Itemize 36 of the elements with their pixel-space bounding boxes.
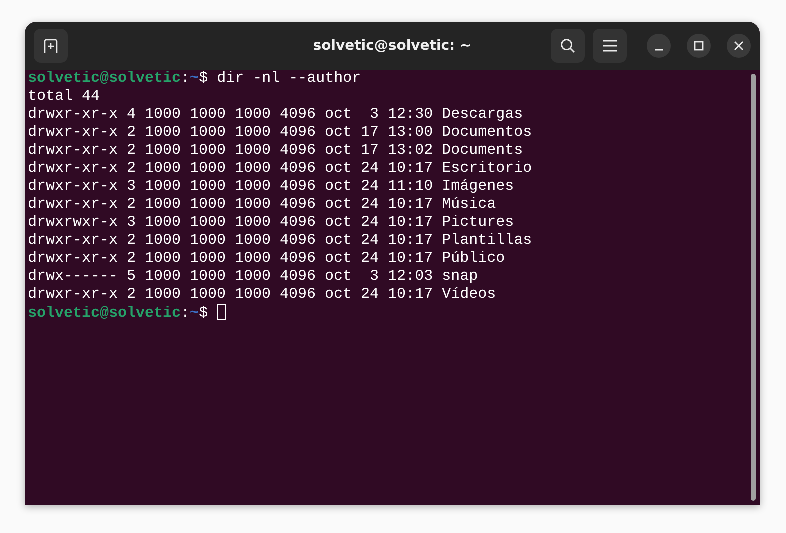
prompt-separator: : [181,70,190,87]
close-button[interactable] [727,34,751,58]
command-text: dir -nl --author [217,70,362,87]
new-tab-icon [43,38,59,54]
menu-icon [603,40,617,52]
output-line: drwx------ 5 1000 1000 1000 4096 oct 3 12:03 snap [28,268,478,285]
output-line: drwxr-xr-x 2 1000 1000 1000 4096 oct 24 10:17 Música [28,196,496,213]
output-line: drwxr-xr-x 2 1000 1000 1000 4096 oct 17 13:02 Documents [28,142,524,159]
scrollbar[interactable] [751,74,756,501]
output-line: drwxr-xr-x 2 1000 1000 1000 4096 oct 24 10:17 Escritorio [28,160,532,177]
prompt-user: solvetic@solvetic [28,70,182,87]
minimize-button[interactable] [647,34,671,58]
maximize-icon [694,41,704,51]
prompt-path: ~ [190,305,200,322]
prompt-symbol: $ [199,305,208,322]
prompt-user: solvetic@solvetic [28,305,182,322]
prompt-symbol: $ [199,70,208,87]
output-line: drwxr-xr-x 2 1000 1000 1000 4096 oct 24 10:17 Público [28,250,506,267]
prompt-path: ~ [190,70,200,87]
minimize-icon [655,48,663,50]
window-title: solvetic@solvetic: ~ [313,38,472,54]
new-tab-button[interactable] [34,29,68,63]
output-line: total 44 [28,88,100,105]
output-line: drwxrwxr-x 3 1000 1000 1000 4096 oct 24 10:17 Pictures [28,214,514,231]
maximize-button[interactable] [687,34,711,58]
text-cursor [217,304,226,320]
output-line: drwxr-xr-x 4 1000 1000 1000 4096 oct 3 12:30 Descargas [28,106,524,123]
output-line: drwxr-xr-x 2 1000 1000 1000 4096 oct 24 10:17 Plantillas [28,232,532,249]
output-line: drwxr-xr-x 3 1000 1000 1000 4096 oct 24 11:10 Imágenes [28,178,514,195]
search-button[interactable] [551,29,585,63]
output-line: drwxr-xr-x 2 1000 1000 1000 4096 oct 17 13:00 Documentos [28,124,532,141]
close-icon [734,41,744,51]
output-line: drwxr-xr-x 2 1000 1000 1000 4096 oct 24 10:17 Vídeos [28,286,496,303]
prompt-separator: : [181,305,190,322]
search-icon [560,38,576,54]
menu-button[interactable] [593,29,627,63]
